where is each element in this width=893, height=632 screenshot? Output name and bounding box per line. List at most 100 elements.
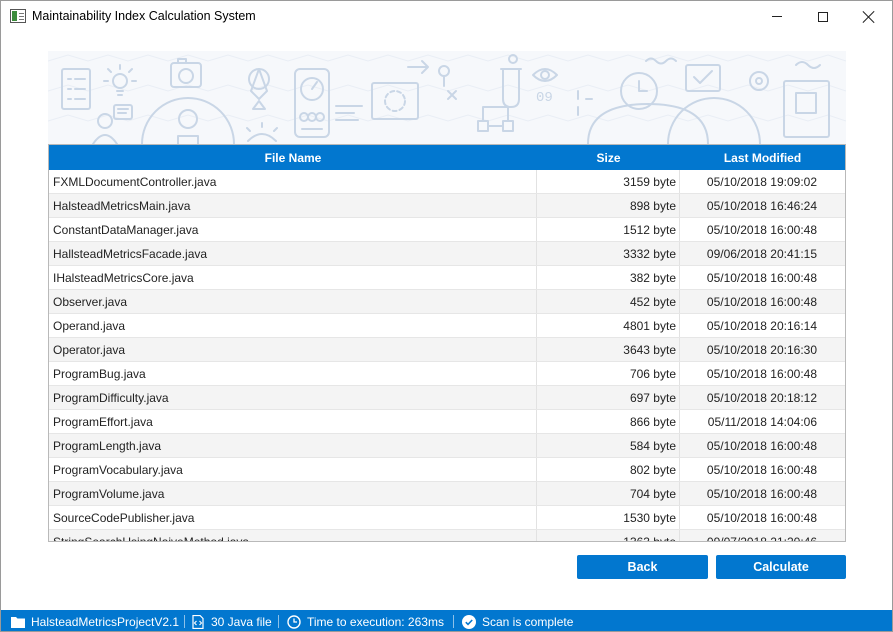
file-size-cell: 898 byte <box>537 194 680 217</box>
file-table: File Name Size Last Modified FXMLDocumen… <box>48 144 846 542</box>
maximize-button[interactable] <box>800 1 846 32</box>
status-file-count-label: 30 Java file <box>211 614 272 629</box>
file-name-cell: HalsteadMetricsMain.java <box>49 194 537 217</box>
column-header-size[interactable]: Size <box>537 145 680 170</box>
column-header-last-modified[interactable]: Last Modified <box>680 145 845 170</box>
status-divider <box>184 615 185 628</box>
last-modified-cell: 05/10/2018 19:09:02 <box>706 174 817 189</box>
table-row[interactable]: Operator.java 3643 byte 05/10/2018 20:16:3… <box>49 338 845 362</box>
minimize-button[interactable] <box>754 1 800 32</box>
file-name-cell: ProgramLength.java <box>49 434 537 457</box>
last-modified-cell: 05/11/2018 14:04:06 <box>707 414 817 429</box>
title-bar[interactable]: Maintainability Index Calculation System <box>1 1 892 32</box>
file-size-cell: 802 byte <box>537 458 680 481</box>
last-modified-cell: 05/10/2018 16:00:48 <box>706 438 817 453</box>
status-project-label: HalsteadMetricsProjectV2.1 <box>31 614 180 629</box>
table-row[interactable]: ProgramLength.java 584 byte 05/10/2018 16:… <box>49 434 845 458</box>
back-button[interactable]: Back <box>577 555 708 579</box>
close-button[interactable] <box>846 1 892 32</box>
svg-text:09: 09 <box>536 90 553 106</box>
table-row[interactable]: ProgramEffort.java 866 byte 05/11/2018 14:… <box>49 410 845 434</box>
file-name-cell: Operand.java <box>49 314 537 337</box>
table-header: File Name Size Last Modified <box>49 145 845 170</box>
table-row[interactable]: IHalsteadMetricsCore.java 382 byte 05/10/2… <box>49 266 845 290</box>
file-name-cell: Observer.java <box>49 290 537 313</box>
status-execution-time-label: Time to execution: 263ms <box>307 614 444 629</box>
file-name-cell: ProgramVolume.java <box>49 482 537 505</box>
file-size-cell: 697 byte <box>537 386 680 409</box>
status-project: HalsteadMetricsProjectV2.1 <box>11 610 180 631</box>
status-divider <box>453 615 454 628</box>
maximize-icon <box>818 11 828 22</box>
file-size-cell: 4801 byte <box>537 314 680 337</box>
file-size-cell: 452 byte <box>537 290 680 313</box>
last-modified-cell: 05/10/2018 16:00:48 <box>706 462 817 477</box>
table-row[interactable]: HalsteadMetricsMain.java 898 byte 05/10/20… <box>49 194 845 218</box>
window-title: Maintainability Index Calculation System <box>32 9 256 23</box>
table-row[interactable]: Observer.java 452 byte 05/10/2018 16:00:48 <box>49 290 845 314</box>
table-row[interactable]: ConstantDataManager.java 1512 byte 05/10/2… <box>49 218 845 242</box>
last-modified-cell: 05/10/2018 20:16:30 <box>706 342 817 357</box>
last-modified-cell: 05/10/2018 16:00:48 <box>706 270 817 285</box>
file-size-cell: 1530 byte <box>537 506 680 529</box>
table-row[interactable]: ProgramBug.java 706 byte 05/10/2018 16:00:… <box>49 362 845 386</box>
file-name-cell: ProgramBug.java <box>49 362 537 385</box>
file-name-cell: ProgramVocabulary.java <box>49 458 537 481</box>
file-name-cell: HallsteadMetricsFacade.java <box>49 242 537 265</box>
status-scan-label: Scan is complete <box>482 614 574 629</box>
table-body: FXMLDocumentController.java 3159 byte 05/1… <box>49 170 845 542</box>
file-size-cell: 3159 byte <box>537 170 680 193</box>
file-size-cell: 704 byte <box>537 482 680 505</box>
file-name-cell: IHalsteadMetricsCore.java <box>49 266 537 289</box>
last-modified-cell: 05/10/2018 16:46:24 <box>706 198 817 213</box>
file-name-cell: Operator.java <box>49 338 537 361</box>
table-row[interactable]: FXMLDocumentController.java 3159 byte 05/1… <box>49 170 845 194</box>
last-modified-cell: 05/10/2018 20:16:14 <box>706 318 817 333</box>
file-size-cell: 584 byte <box>537 434 680 457</box>
clock-icon <box>287 614 301 629</box>
last-modified-cell: 05/10/2018 20:18:12 <box>706 390 817 405</box>
last-modified-cell: 05/10/2018 16:00:48 <box>706 294 817 309</box>
folder-icon <box>11 616 25 628</box>
table-row[interactable]: ProgramDifficulty.java 697 byte 05/10/2018… <box>49 386 845 410</box>
file-name-cell: ProgramDifficulty.java <box>49 386 537 409</box>
table-row[interactable]: ProgramVolume.java 704 byte 05/10/2018 16:… <box>49 482 845 506</box>
last-modified-cell: 09/07/2018 21:20:46 <box>706 534 817 542</box>
last-modified-cell: 05/10/2018 16:00:48 <box>706 486 817 501</box>
table-row[interactable]: HallsteadMetricsFacade.java 3332 byte 09/0… <box>49 242 845 266</box>
last-modified-cell: 09/06/2018 20:41:15 <box>706 246 817 261</box>
calculate-button[interactable]: Calculate <box>716 555 846 579</box>
status-scan: Scan is complete <box>462 610 574 631</box>
status-divider <box>278 615 279 628</box>
table-row[interactable]: StringSearchUsingNaiveMethod.java 1363 by… <box>49 530 845 542</box>
column-header-file-name[interactable]: File Name <box>49 145 537 170</box>
file-name-cell: SourceCodePublisher.java <box>49 506 537 529</box>
file-size-cell: 1363 byte <box>537 530 680 541</box>
status-bar: HalsteadMetricsProjectV2.1 30 Java file … <box>1 610 892 631</box>
file-name-cell: FXMLDocumentController.java <box>49 170 537 193</box>
status-file-count: 30 Java file <box>191 610 272 631</box>
file-size-cell: 3332 byte <box>537 242 680 265</box>
file-name-cell: ProgramEffort.java <box>49 410 537 433</box>
file-name-cell: StringSearchUsingNaiveMethod.java <box>49 530 537 541</box>
banner-art: 09 <box>48 51 846 144</box>
file-size-cell: 382 byte <box>537 266 680 289</box>
last-modified-cell: 05/10/2018 16:00:48 <box>706 366 817 381</box>
check-circle-icon <box>462 614 476 629</box>
close-icon <box>863 11 875 23</box>
file-size-cell: 1512 byte <box>537 218 680 241</box>
file-name-cell: ConstantDataManager.java <box>49 218 537 241</box>
last-modified-cell: 05/10/2018 16:00:48 <box>706 222 817 237</box>
file-size-cell: 3643 byte <box>537 338 680 361</box>
file-size-cell: 866 byte <box>537 410 680 433</box>
header-banner-illustration: 09 <box>48 51 846 144</box>
last-modified-cell: 05/10/2018 16:00:48 <box>706 510 817 525</box>
table-row[interactable]: Operand.java 4801 byte 05/10/2018 20:16:14 <box>49 314 845 338</box>
app-window: Maintainability Index Calculation System <box>0 0 893 632</box>
file-size-cell: 706 byte <box>537 362 680 385</box>
app-window-icon <box>10 9 26 23</box>
table-row[interactable]: SourceCodePublisher.java 1530 byte 05/10/2… <box>49 506 845 530</box>
table-row[interactable]: ProgramVocabulary.java 802 byte 05/10/2018… <box>49 458 845 482</box>
minimize-icon <box>772 16 782 17</box>
code-file-icon <box>192 614 204 629</box>
